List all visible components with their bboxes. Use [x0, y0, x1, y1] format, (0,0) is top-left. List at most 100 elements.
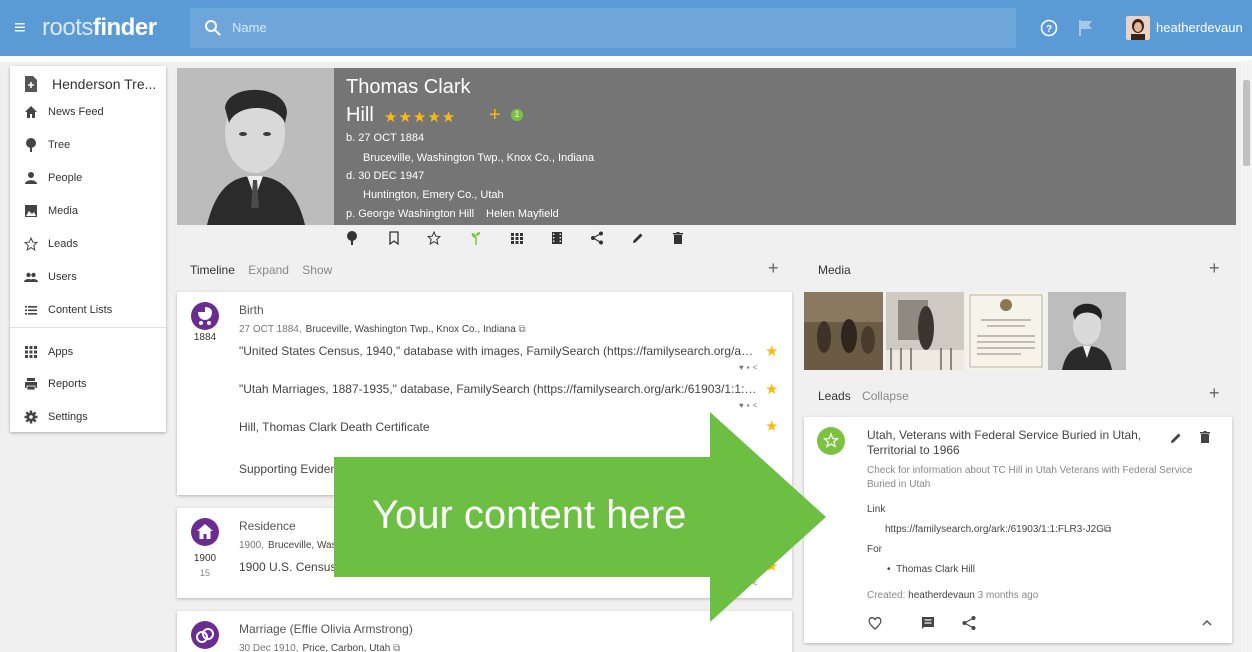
person-header: Thomas Clark Hill ★★★★★ + 1 b. 27 OCT 18… [177, 68, 1236, 225]
event-age: 15 [199, 568, 210, 578]
event-title[interactable]: Residence [239, 519, 296, 533]
trash-icon[interactable] [671, 231, 685, 245]
sidebar-item-label: Leads [48, 238, 78, 250]
media-add-button[interactable]: + [1209, 258, 1220, 279]
death-place: Huntington, Emery Co., Utah [363, 189, 504, 201]
sprout-icon[interactable] [469, 231, 483, 245]
avatar[interactable] [1126, 16, 1150, 40]
external-link-icon[interactable]: ⧉ [519, 324, 526, 335]
sidebar-item-label: Tree [48, 139, 71, 151]
image-icon [25, 205, 37, 217]
source-citation[interactable]: "United States Census, 1940," database w… [239, 344, 757, 358]
bookmark-icon[interactable] [387, 231, 401, 245]
external-link-icon[interactable]: ⧉ [393, 643, 400, 652]
source-mini-actions[interactable]: ♥▪< [739, 363, 760, 372]
sidebar-item-label: Media [48, 205, 78, 217]
event-year: 1900 [193, 553, 217, 564]
created-by-user[interactable]: heatherdevaun [908, 590, 975, 601]
lead-description: Check for information about TC Hill in U… [867, 465, 1193, 490]
add-rating-button[interactable]: + [489, 104, 501, 127]
sidebar-item-label: Users [48, 271, 77, 283]
rings-icon [191, 621, 219, 649]
help-icon[interactable]: ? [1040, 19, 1058, 37]
edit-pencil-icon[interactable] [631, 231, 645, 245]
gear-icon [24, 410, 38, 424]
event-place-link[interactable]: Bruceville, Washington Twp., Knox Co., I… [306, 324, 516, 335]
event-meta: 30 Dec 1910, Price, Carbon, Utah ⧉ [239, 643, 400, 652]
event-date: 30 Dec 1910, [239, 643, 299, 652]
apps-grid-icon [25, 346, 37, 358]
source-star-icon[interactable]: ★ [765, 380, 778, 398]
sidebar-item-label: Settings [48, 411, 88, 423]
timeline-add-button[interactable]: + [768, 258, 779, 279]
lead-link-label: Link [867, 504, 886, 515]
source-citation[interactable]: "Utah Marriages, 1887-1935," database, F… [239, 382, 757, 396]
event-date: 27 OCT 1884, [239, 324, 302, 335]
heart-outline-icon[interactable] [867, 615, 883, 631]
star-outline-icon[interactable] [427, 231, 441, 245]
edit-pencil-icon[interactable] [1169, 431, 1183, 445]
rootsfinder-logo[interactable]: rootsfinder [42, 14, 157, 42]
timeline-title: Timeline [190, 263, 235, 277]
source-star-icon[interactable]: ★ [765, 342, 778, 360]
search-input[interactable]: Name [232, 20, 267, 35]
lead-for-person-name[interactable]: Thomas Clark Hill [896, 564, 975, 575]
trash-icon[interactable] [1199, 430, 1211, 444]
star-outline-icon [24, 237, 38, 251]
event-date: 1900, [239, 540, 265, 551]
sidebar-item-label: Reports [48, 378, 87, 390]
media-thumbnail-portrait[interactable] [1048, 292, 1126, 370]
parent-link-mother[interactable]: Helen Mayfield [486, 208, 559, 220]
tree-title-text: Henderson Tre... [52, 76, 157, 92]
timeline-show-link[interactable]: Show [302, 263, 332, 277]
person-rating-stars[interactable]: ★★★★★ [384, 108, 456, 126]
event-place-link[interactable]: Price, Carbon, Utah [303, 643, 391, 652]
tree-icon[interactable] [345, 231, 359, 245]
media-thumbnail-photo-house[interactable] [886, 292, 964, 370]
flag-icon[interactable] [1078, 19, 1094, 37]
lead-created: Created: heatherdevaun 3 months ago [867, 590, 1038, 601]
lead-for-person[interactable]: • Thomas Clark Hill [887, 564, 975, 575]
scrollbar-thumb[interactable] [1243, 80, 1250, 166]
leads-add-button[interactable]: + [1209, 383, 1220, 404]
promo-text: Your content here [372, 493, 687, 537]
baby-carriage-icon [191, 302, 219, 330]
sidebar-item-label: Apps [48, 346, 74, 358]
timeline-expand-link[interactable]: Expand [248, 263, 289, 277]
person-portrait[interactable] [177, 68, 334, 225]
event-title[interactable]: Marriage (Effie Olivia Armstrong) [239, 622, 413, 636]
event-title[interactable]: Birth [239, 303, 264, 317]
chevron-up-icon[interactable] [1199, 615, 1215, 631]
lead-title[interactable]: Utah, Veterans with Federal Service Buri… [867, 428, 1169, 458]
comment-icon[interactable] [920, 615, 936, 631]
film-icon[interactable] [550, 231, 564, 245]
media-thumbnail-certificate[interactable] [967, 292, 1045, 370]
house-icon [191, 518, 219, 546]
media-thumbnail-photo-family[interactable] [804, 292, 883, 370]
grid-view-icon[interactable] [510, 231, 524, 245]
lead-for-label: For [867, 544, 882, 555]
share-icon[interactable] [961, 615, 977, 631]
tree-file-icon [25, 76, 37, 92]
lead-link-url[interactable]: https://familysearch.org/ark:/61903/1:1:… [885, 524, 1104, 535]
parent-link-father[interactable]: George Washington Hill [358, 208, 474, 220]
leads-collapse-link[interactable]: Collapse [862, 389, 909, 403]
sidebar-item-label: News Feed [48, 106, 104, 118]
notification-badge[interactable]: 1 [511, 109, 523, 121]
svg-text:?: ? [1046, 24, 1052, 35]
users-icon [24, 272, 38, 282]
username[interactable]: heatherdevaun [1156, 20, 1243, 35]
lead-card[interactable]: Utah, Veterans with Federal Service Buri… [804, 417, 1232, 643]
hamburger-menu-icon[interactable]: ≡ [14, 18, 34, 38]
share-icon[interactable] [590, 231, 604, 245]
lead-link[interactable]: https://familysearch.org/ark:/61903/1:1:… [885, 524, 1111, 535]
created-prefix: Created: [867, 590, 906, 601]
leads-title: Leads [818, 389, 851, 403]
search-icon [205, 20, 221, 36]
timeline-header: Timeline Expand Show [190, 263, 332, 277]
search-bar[interactable]: Name [190, 8, 1016, 48]
source-mini-actions[interactable]: ♥▪< [739, 401, 760, 410]
page-scrollbar[interactable] [1241, 60, 1252, 652]
sidebar-divider [10, 327, 166, 328]
external-link-icon[interactable]: ⧉ [1104, 524, 1111, 535]
